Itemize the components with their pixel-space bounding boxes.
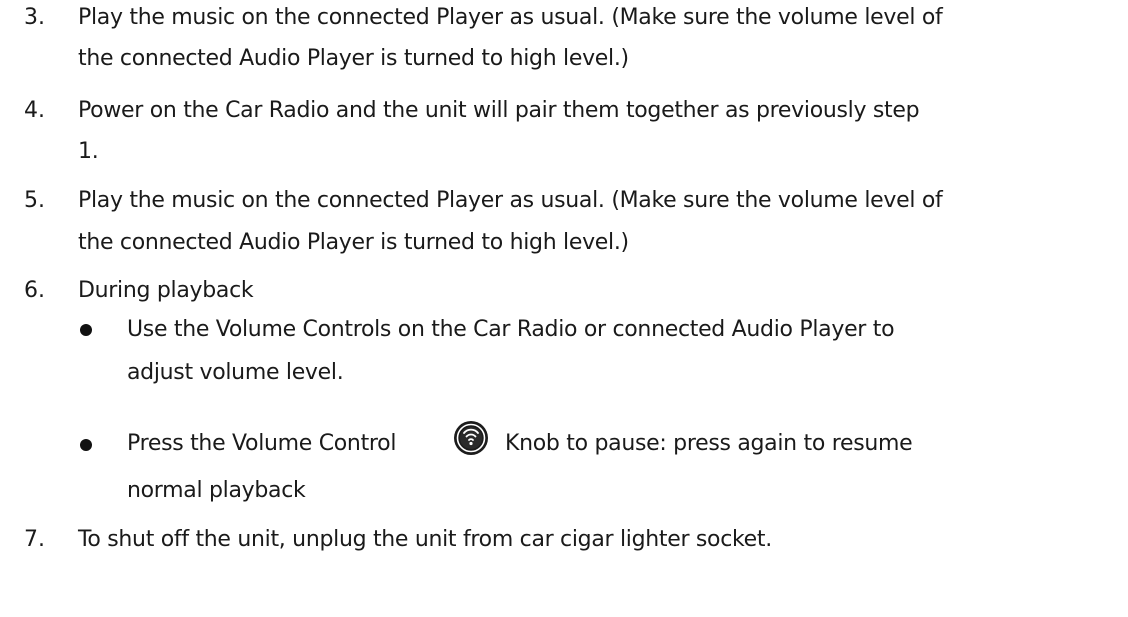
step-6-number: 6. xyxy=(24,278,45,303)
step-3-line-1: Play the music on the connected Player a… xyxy=(78,5,943,30)
step-3-line-2: the connected Audio Player is turned to … xyxy=(78,46,629,71)
manual-page: 3. Play the music on the connected Playe… xyxy=(0,0,1128,617)
step-7-line-1: To shut off the unit, unplug the unit fr… xyxy=(78,527,772,552)
bullet-1-line-1: Use the Volume Controls on the Car Radio… xyxy=(127,317,895,342)
step-4-line-2: 1. xyxy=(78,139,99,164)
step-7-number: 7. xyxy=(24,527,45,552)
bullet-2-before-icon: Press the Volume Control xyxy=(127,431,397,456)
step-3-number: 3. xyxy=(24,5,45,30)
step-5-line-2: the connected Audio Player is turned to … xyxy=(78,230,629,255)
bullet-2-after-icon: Knob to pause: press again to resume xyxy=(505,431,913,456)
step-4-number: 4. xyxy=(24,98,45,123)
step-5-line-1: Play the music on the connected Player a… xyxy=(78,188,943,213)
bullet-dot xyxy=(80,439,92,451)
volume-knob-icon xyxy=(454,421,488,455)
bullet-1-line-2: adjust volume level. xyxy=(127,360,344,385)
bullet-2-continuation: normal playback xyxy=(127,478,306,503)
bullet-dot xyxy=(80,324,92,336)
step-4-line-1: Power on the Car Radio and the unit will… xyxy=(78,98,920,123)
step-5-number: 5. xyxy=(24,188,45,213)
step-6-line-1: During playback xyxy=(78,278,254,303)
